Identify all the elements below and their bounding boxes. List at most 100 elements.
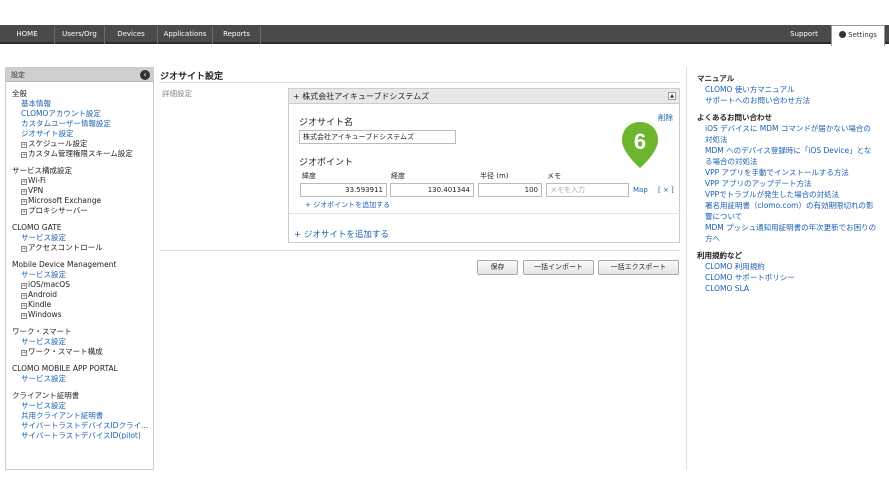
- sidebar-item-label: Kindle: [28, 300, 52, 309]
- add-geo-site-link[interactable]: + ジオサイトを追加する: [294, 228, 389, 240]
- expand-icon[interactable]: +: [21, 350, 27, 356]
- sidebar-menu: 全般 基本情報 CLOMOアカウント設定 カスタムユーザー情報設定 ジオサイト設定 + スケ…: [6, 89, 153, 441]
- faq-title: よくあるお問い合わせ: [697, 113, 772, 122]
- sidebar-link[interactable]: サービス設定: [12, 233, 153, 243]
- sidebar-expandable-item[interactable]: + Kindle: [12, 300, 153, 310]
- page-title: ジオサイト設定: [160, 72, 224, 82]
- nav-home[interactable]: HOME: [0, 25, 55, 44]
- help-link[interactable]: CLOMO SLA: [687, 283, 884, 294]
- sidebar-item-label: Wi-Fi: [28, 176, 46, 185]
- expand-icon[interactable]: +: [21, 179, 27, 185]
- faq-links: iOS デバイスに MDM コマンドが届かない場合の対処法 MDM へのデバイス登…: [687, 123, 884, 244]
- help-link[interactable]: サポートへのお問い合わせ方法: [687, 95, 884, 106]
- sidebar-section-title: Mobile Device Management: [12, 260, 117, 269]
- longitude-input[interactable]: 130.401344: [390, 183, 474, 197]
- sidebar-item-label: サイバートラストデバイスID(pilot): [21, 431, 141, 440]
- sidebar-item-label: アクセスコントロール: [28, 243, 103, 252]
- memo-input[interactable]: メモを入力: [546, 183, 629, 197]
- sidebar-expandable-item[interactable]: + Android: [12, 290, 153, 300]
- sidebar-link[interactable]: サービス設定: [12, 270, 153, 280]
- help-link[interactable]: VPPでトラブルが発生した場合の対処法: [687, 189, 884, 200]
- sidebar-link[interactable]: サービス設定: [12, 401, 153, 411]
- sidebar-link[interactable]: 基本情報: [12, 99, 153, 109]
- expand-icon[interactable]: +: [21, 313, 27, 319]
- sidebar-expandable-item[interactable]: + Microsoft Exchange: [12, 196, 153, 206]
- form-divider: [160, 250, 680, 251]
- collapse-panel-icon[interactable]: ▲: [668, 92, 676, 100]
- latitude-input[interactable]: 33.593911: [300, 183, 387, 197]
- geo-site-panel-header[interactable]: + 株式会社アイキューブドシステムズ ▲: [289, 89, 679, 104]
- sidebar-expandable-item[interactable]: + iOS/macOS: [12, 280, 153, 290]
- bulk-import-button[interactable]: 一括インポート: [523, 260, 594, 275]
- expand-icon[interactable]: +: [21, 293, 27, 299]
- sidebar-link[interactable]: サービス設定: [12, 337, 153, 347]
- save-button[interactable]: 保存: [477, 260, 518, 275]
- expand-icon[interactable]: +: [21, 303, 27, 309]
- expand-icon[interactable]: +: [21, 246, 27, 252]
- sidebar-expandable-item[interactable]: + カスタム管理権限スキーム設定: [12, 149, 153, 159]
- add-geo-point-link[interactable]: + ジオポイントを追加する: [305, 200, 390, 210]
- radius-input[interactable]: 100: [478, 183, 542, 197]
- nav-devices[interactable]: Devices: [105, 25, 158, 44]
- help-link[interactable]: CLOMO 使い方マニュアル: [687, 84, 884, 95]
- map-link[interactable]: Map: [633, 186, 648, 194]
- expand-icon[interactable]: +: [21, 283, 27, 289]
- help-panel: マニュアル CLOMO 使い方マニュアル サポートへのお問い合わせ方法 よくあるお…: [686, 67, 884, 470]
- sidebar-expandable-item[interactable]: + スケジュール設定: [12, 139, 153, 149]
- nav-settings-label: Settings: [848, 31, 877, 39]
- help-link[interactable]: CLOMO サポートポリシー: [687, 272, 884, 283]
- nav-settings[interactable]: Settings: [831, 25, 885, 46]
- expand-icon[interactable]: +: [21, 199, 27, 205]
- sidebar-header-label: 設定: [11, 71, 25, 79]
- memo-header: メモ: [547, 172, 561, 180]
- sidebar-section: CLOMO MOBILE APP PORTAL サービス設定: [6, 364, 153, 384]
- sidebar-link[interactable]: サイバートラストデバイスID(pilot): [12, 431, 153, 441]
- help-link[interactable]: VPP アプリを手動でインストールする方法: [687, 167, 884, 178]
- sidebar-section: Mobile Device Management サービス設定 + iOS/macOS…: [6, 260, 153, 320]
- top-nav: HOME Users/Org Devices Applications Repo…: [0, 25, 889, 46]
- nav-reports[interactable]: Reports: [213, 25, 261, 44]
- delete-site-link[interactable]: 削除: [658, 112, 673, 123]
- sidebar-header: 設定 ‹: [6, 68, 153, 82]
- sidebar-item-label: CLOMOアカウント設定: [21, 109, 101, 118]
- collapse-sidebar-button[interactable]: ‹: [140, 70, 150, 80]
- expand-icon[interactable]: +: [21, 142, 27, 148]
- sidebar-item-label: VPN: [28, 186, 44, 195]
- sidebar-item-label: ワーク・スマート構成: [28, 347, 103, 356]
- remove-point-link[interactable]: [ × ]: [658, 186, 674, 194]
- sidebar-expandable-item[interactable]: + Windows: [12, 310, 153, 320]
- sidebar-expandable-item[interactable]: + VPN: [12, 186, 153, 196]
- sidebar-expandable-item[interactable]: + Wi-Fi: [12, 176, 153, 186]
- site-name-input[interactable]: 株式会社アイキューブドシステムズ: [299, 130, 456, 144]
- sidebar-section-title: 全般: [12, 89, 27, 98]
- sidebar-item-label: Windows: [28, 310, 62, 319]
- geo-point-title: ジオポイント: [299, 158, 354, 168]
- sidebar-link[interactable]: CLOMOアカウント設定: [12, 109, 153, 119]
- sidebar-section: クライアント証明書 サービス設定 共用クライアント証明書 サイバートラストデバイスID…: [6, 391, 153, 441]
- help-link[interactable]: MDM プッシュ通知用証明書の年次更新でお困りの方へ: [687, 222, 884, 244]
- expand-icon[interactable]: +: [21, 189, 27, 195]
- expand-icon[interactable]: +: [21, 152, 27, 158]
- sidebar-expandable-item[interactable]: + ワーク・スマート構成: [12, 347, 153, 357]
- sidebar-link[interactable]: サイバートラストデバイスIDクライ...: [12, 421, 153, 431]
- nav-applications[interactable]: Applications: [158, 25, 213, 44]
- help-link[interactable]: CLOMO 利用規約: [687, 261, 884, 272]
- sidebar-link[interactable]: サービス設定: [12, 374, 153, 384]
- help-link[interactable]: MDM へのデバイス登録時に「iOS Device」となる場合の対処法: [687, 145, 884, 167]
- radius-header: 半径 (m): [480, 172, 509, 180]
- expand-icon[interactable]: +: [21, 209, 27, 215]
- sidebar-expandable-item[interactable]: + プロキシサーバー: [12, 206, 153, 216]
- sidebar-link[interactable]: カスタムユーザー情報設定: [12, 119, 153, 129]
- sidebar-item-label: 共用クライアント証明書: [21, 411, 104, 420]
- terms-links: CLOMO 利用規約 CLOMO サポートポリシー CLOMO SLA: [687, 261, 884, 294]
- help-link[interactable]: 署名用証明書（clomo.com）の有効期限切れの影響について: [687, 200, 884, 222]
- help-link[interactable]: iOS デバイスに MDM コマンドが届かない場合の対処法: [687, 123, 884, 145]
- help-link[interactable]: VPP アプリのアップデート方法: [687, 178, 884, 189]
- sidebar-item-label: スケジュール設定: [28, 139, 88, 148]
- nav-support[interactable]: Support: [776, 25, 832, 44]
- sidebar-link[interactable]: 共用クライアント証明書: [12, 411, 153, 421]
- bulk-export-button[interactable]: 一括エクスポート: [598, 260, 679, 275]
- sidebar-expandable-item[interactable]: + アクセスコントロール: [12, 243, 153, 253]
- sidebar-link[interactable]: ジオサイト設定: [12, 129, 153, 139]
- nav-users-org[interactable]: Users/Org: [55, 25, 105, 44]
